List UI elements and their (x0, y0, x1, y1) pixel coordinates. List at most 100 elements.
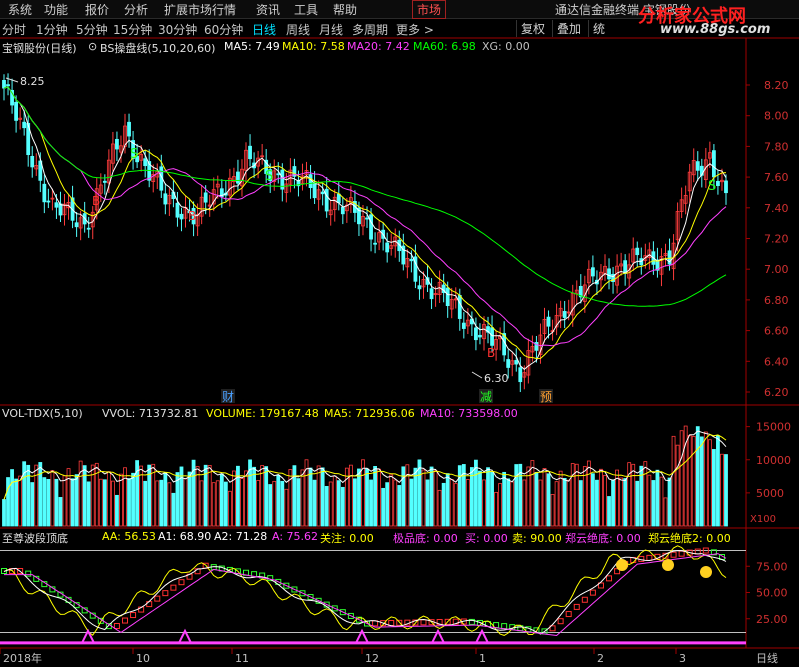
ma5-line (3, 86, 727, 370)
volume-bar (292, 465, 297, 527)
osc-tick-label: 25.00 (756, 613, 788, 626)
candle-body (716, 180, 720, 186)
price-tick-label: 7.00 (764, 263, 789, 276)
volume-bar (22, 461, 27, 527)
volume-bar (357, 468, 361, 527)
volume-bar (599, 468, 603, 527)
time-label: 2018年 (3, 651, 42, 665)
volume-bar (106, 471, 111, 527)
sell-signal: S (265, 169, 273, 184)
volume-bar (123, 467, 127, 527)
buy-signal: B (487, 346, 495, 360)
volume-bar (369, 479, 373, 527)
volume-bar (695, 426, 700, 527)
volume-bar (522, 479, 527, 527)
volume-bar (252, 466, 256, 527)
candle-body (461, 322, 466, 329)
candle-body (711, 150, 716, 178)
volume-bar (272, 480, 277, 527)
candle-body (562, 311, 567, 318)
time-label: 11 (235, 652, 249, 665)
volume-bar (590, 473, 595, 527)
candle-body (175, 202, 180, 218)
candle-body (340, 206, 345, 215)
price-tick-label: 7.40 (764, 202, 789, 215)
volume-bar (14, 478, 19, 527)
volume-bar (74, 474, 79, 527)
volume-bar (260, 465, 265, 527)
volume-bar (453, 483, 458, 527)
candle-body (546, 316, 551, 327)
volume-bar (631, 463, 636, 527)
volume-bar (542, 468, 547, 527)
candle-body (324, 188, 329, 212)
candle-body (514, 360, 519, 365)
volume-bar (570, 463, 575, 527)
smiley-icon (700, 566, 712, 578)
volume-bar (155, 480, 160, 527)
price-tick-label: 6.40 (764, 355, 789, 368)
volume-bar (115, 494, 119, 527)
volume-bar (159, 479, 164, 527)
volume-bar (586, 460, 591, 527)
chart-canvas[interactable]: 8.20 8.00 7.80 7.60 7.40 7.20 7.00 6.80 6.60 6.40… (0, 0, 799, 667)
candle-body (635, 247, 640, 256)
smiley-icon (616, 559, 628, 571)
candle-body (312, 182, 317, 199)
candle-body (320, 191, 325, 195)
volume-bar (675, 444, 680, 527)
volume-bar (58, 497, 63, 527)
candle-body (336, 193, 341, 204)
volume-bar (34, 464, 39, 527)
volume-bar (703, 431, 708, 527)
volume-bar (502, 471, 507, 527)
volume-bar (433, 470, 438, 527)
volume-bar (562, 477, 567, 527)
volume-bar (365, 468, 369, 527)
volume-bar (143, 480, 148, 527)
volume-bar (373, 466, 377, 527)
osc-step-box (162, 590, 169, 597)
volume-bar (663, 497, 668, 527)
osc-step-box (25, 570, 32, 577)
candle-body (30, 155, 35, 168)
volume-bar (667, 477, 672, 527)
price-tick-label: 6.60 (764, 325, 789, 338)
osc-step-box (178, 579, 185, 586)
volume-bar (38, 462, 43, 527)
vol-ma5-line (3, 430, 727, 500)
volume-bar (167, 482, 172, 527)
volume-bar (381, 487, 386, 527)
volume-bar (26, 464, 31, 527)
candle-body (445, 287, 450, 307)
price-tick-label: 8.00 (764, 110, 789, 123)
volume-bar (111, 480, 115, 527)
candle-body (54, 202, 59, 208)
volume-bar (223, 481, 228, 527)
candle-body (369, 214, 373, 240)
volume-bar (284, 488, 289, 527)
volume-bar (623, 478, 628, 527)
volume-bar (425, 479, 430, 527)
volume-bar (441, 482, 446, 527)
volume-bar (421, 469, 426, 527)
volume-bar (183, 478, 188, 527)
volume-bar (332, 475, 337, 527)
candle-body (474, 327, 478, 341)
candle-body (248, 145, 252, 160)
volume-bar (211, 482, 216, 527)
candle-body (74, 222, 79, 228)
time-label: 1 (479, 652, 486, 665)
volume-bar (389, 474, 394, 527)
volume-bar (264, 466, 269, 527)
volume-bar (316, 465, 321, 527)
volume-bar (62, 475, 67, 527)
candle-body (46, 200, 51, 203)
candle-body (6, 84, 10, 87)
candle-body (276, 173, 281, 176)
price-tick-label: 6.80 (764, 294, 789, 307)
price-tick-label: 8.20 (764, 79, 789, 92)
volume-bar (227, 490, 232, 527)
event-marker: 预 (540, 390, 552, 404)
osc-step-box (170, 584, 177, 591)
